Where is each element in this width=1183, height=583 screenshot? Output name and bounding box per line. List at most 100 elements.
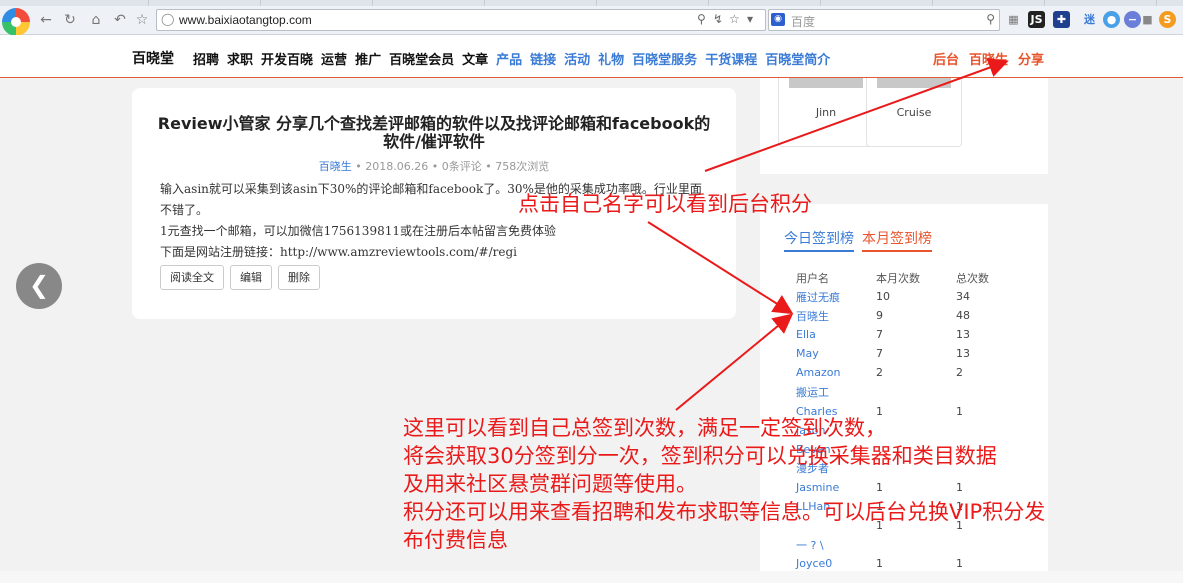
table-row: 百晓生 9 48 <box>796 306 1016 325</box>
row-total-count: 13 <box>956 347 970 361</box>
menu-item-links[interactable]: 链接 <box>530 49 556 68</box>
menu-item-services[interactable]: 百晓堂服务 <box>632 49 697 68</box>
stop-icon[interactable]: ■ <box>1139 11 1156 28</box>
menu-item-articles[interactable]: 文章 <box>462 49 488 68</box>
undo-icon[interactable]: ↶ <box>112 12 128 28</box>
user-name[interactable]: Cruise <box>867 106 961 119</box>
post-author[interactable]: 百晓生 <box>319 160 352 173</box>
edit-button[interactable]: 编辑 <box>230 265 272 290</box>
bookmark-star-icon[interactable]: ☆ <box>729 12 740 26</box>
browser-toolbar: ← ↻ ⌂ ↶ ☆ ◯ www.baixiaotangtop.com ⚲ ↯ ☆… <box>0 6 1183 36</box>
zoom-search-icon[interactable]: ⚲ <box>697 12 706 26</box>
annotation-bottom: 这里可以看到自己总签到次数，满足一定签到次数， 将会获取30分签到分一次，签到积… <box>403 414 1045 554</box>
s-extension-icon[interactable]: S <box>1159 11 1176 28</box>
search-placeholder[interactable]: 百度 <box>791 13 815 30</box>
ranking-tabs: 今日签到榜 本月签到榜 <box>784 228 932 252</box>
annotation-line: 将会获取30分签到分一次，签到积分可以兑换采集器和类目数据 <box>403 444 997 468</box>
row-month-count: 7 <box>876 328 883 342</box>
lightning-icon[interactable]: ↯ <box>713 12 723 26</box>
row-username[interactable]: 雁过无痕 <box>796 287 876 306</box>
address-url[interactable]: www.baixiaotangtop.com <box>179 13 312 27</box>
menu-item-job-seeking[interactable]: 求职 <box>227 49 253 68</box>
dropdown-icon[interactable]: ▾ <box>747 12 753 26</box>
site-brand[interactable]: 百晓堂 <box>132 48 174 68</box>
annotation-line: 积分还可以用来查看招聘和发布求职等信息。可以后台兑换VIP积分发 <box>403 500 1046 524</box>
menu-item-promotion[interactable]: 推广 <box>355 49 381 68</box>
search-icon[interactable]: ⚲ <box>986 12 995 26</box>
row-total-count: 13 <box>956 328 970 342</box>
row-month-count <box>876 382 956 401</box>
browser-logo-icon[interactable] <box>2 8 30 36</box>
avatar[interactable] <box>789 78 863 88</box>
user-card[interactable]: Cruise <box>866 78 962 147</box>
row-month-count: 2 <box>876 366 883 380</box>
table-row: Amazon 2 2 <box>796 363 1016 382</box>
delete-button[interactable]: 删除 <box>278 265 320 290</box>
home-icon[interactable]: ⌂ <box>88 12 104 28</box>
post-meta-info: • 2018.06.26 • 0条评论 • 758次浏览 <box>351 160 550 173</box>
translate-icon[interactable]: 迷 <box>1081 11 1098 28</box>
annotation-line: 布付费信息 <box>403 528 508 552</box>
tab-today-ranking[interactable]: 今日签到榜 <box>784 228 854 252</box>
post-meta: 百晓生 • 2018.06.26 • 0条评论 • 758次浏览 <box>132 158 736 174</box>
active-users-panel: Jinn Cruise <box>760 78 1048 174</box>
avatar[interactable] <box>877 78 951 88</box>
annotation-line: 及用来社区悬赏群问题等使用。 <box>403 472 697 496</box>
globe-icon[interactable]: ● <box>1103 11 1120 28</box>
annotation-top: 点击自己名字可以看到后台积分 <box>518 192 812 216</box>
admin-link[interactable]: 后台 <box>933 49 959 68</box>
row-month-count: 7 <box>876 347 883 361</box>
menu-item-courses[interactable]: 干货课程 <box>705 49 757 68</box>
post-paragraph: 1元查找一个邮箱，可以加微信1756139811或在注册后本帖留言免费体验 <box>160 224 556 238</box>
table-header-row: 用户名 本月次数 总次数 <box>796 268 1016 287</box>
post-title[interactable]: Review小管家 分享几个查找差评邮箱的软件以及找评论邮箱和facebook的… <box>152 115 716 151</box>
row-username[interactable]: Ella <box>796 325 876 344</box>
column-header: 总次数 <box>956 271 989 285</box>
bookmark-extension-icon[interactable]: ✚ <box>1053 11 1070 28</box>
username-link[interactable]: 百晓生 <box>969 49 1008 68</box>
row-month-count: 10 <box>876 290 890 304</box>
user-card[interactable]: Jinn <box>778 78 874 147</box>
table-row: May 7 13 <box>796 344 1016 363</box>
menu-item-develop[interactable]: 开发百晓 <box>261 49 313 68</box>
menu-item-operation[interactable]: 运营 <box>321 49 347 68</box>
user-name[interactable]: Jinn <box>779 106 873 119</box>
table-row: 雁过无痕 10 34 <box>796 287 1016 306</box>
previous-arrow-icon[interactable]: ❮ <box>16 263 62 309</box>
row-username[interactable]: 搬运工 <box>796 382 876 401</box>
share-link[interactable]: 分享 <box>1018 49 1044 68</box>
row-total-count <box>956 382 1016 401</box>
annotation-line: 这里可以看到自己总签到次数，满足一定签到次数， <box>403 416 886 440</box>
menu-item-jobs[interactable]: 招聘 <box>193 49 219 68</box>
menu-item-events[interactable]: 活动 <box>564 49 590 68</box>
table-row: 搬运工 <box>796 382 1016 401</box>
menu-item-gifts[interactable]: 礼物 <box>598 49 624 68</box>
shield-icon: ◯ <box>161 12 175 26</box>
read-more-button[interactable]: 阅读全文 <box>160 265 224 290</box>
header-right-links: 后台 百晓生 分享 <box>933 49 1044 68</box>
table-row: Ella 7 13 <box>796 325 1016 344</box>
main-menu: 招聘 求职 开发百晓 运营 推广 百晓堂会员 文章 产品 链接 活动 礼物 百晓… <box>193 49 830 68</box>
address-bar[interactable]: ◯ www.baixiaotangtop.com ⚲ ↯ ☆ ▾ <box>156 9 766 31</box>
favorite-star-icon[interactable]: ☆ <box>134 12 150 28</box>
row-username[interactable]: May <box>796 344 876 363</box>
column-header: 本月次数 <box>876 271 920 285</box>
reload-icon[interactable]: ↻ <box>62 12 78 28</box>
row-username[interactable]: Amazon <box>796 363 876 382</box>
row-username[interactable]: 百晓生 <box>796 306 876 325</box>
baidu-paw-icon[interactable]: ◉ <box>771 13 785 26</box>
row-total-count: 48 <box>956 309 970 323</box>
back-icon[interactable]: ← <box>38 12 54 28</box>
menu-item-about[interactable]: 百晓堂简介 <box>765 49 830 68</box>
column-header: 用户名 <box>796 271 829 285</box>
row-total-count: 34 <box>956 290 970 304</box>
menu-item-membership[interactable]: 百晓堂会员 <box>389 49 454 68</box>
tab-month-ranking[interactable]: 本月签到榜 <box>862 228 932 252</box>
post-paragraph: 下面是网站注册链接：http://www.amzreviewtools.com/… <box>160 245 517 259</box>
menu-item-products[interactable]: 产品 <box>496 49 522 68</box>
page-bottom-strip <box>0 571 1183 583</box>
grid-icon[interactable]: ▦ <box>1005 11 1022 28</box>
js-extension-icon[interactable]: JS <box>1028 11 1045 28</box>
row-total-count: 2 <box>956 366 963 380</box>
search-box[interactable]: ◉ 百度 ⚲ <box>768 9 1000 31</box>
